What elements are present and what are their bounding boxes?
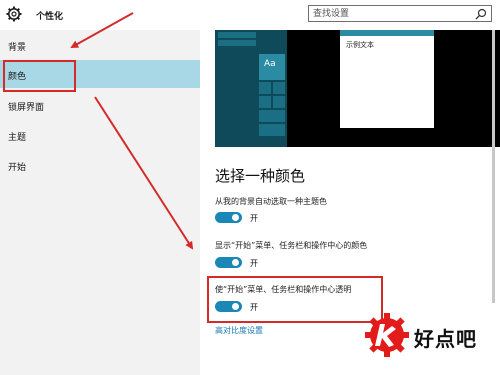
watermark-text: 好点吧: [414, 327, 477, 351]
watermark-logo-icon: [365, 313, 409, 357]
annotation-arrows: [70, 12, 194, 250]
arrow-to-transparency: [94, 96, 194, 250]
arrow-to-colors: [70, 12, 134, 48]
